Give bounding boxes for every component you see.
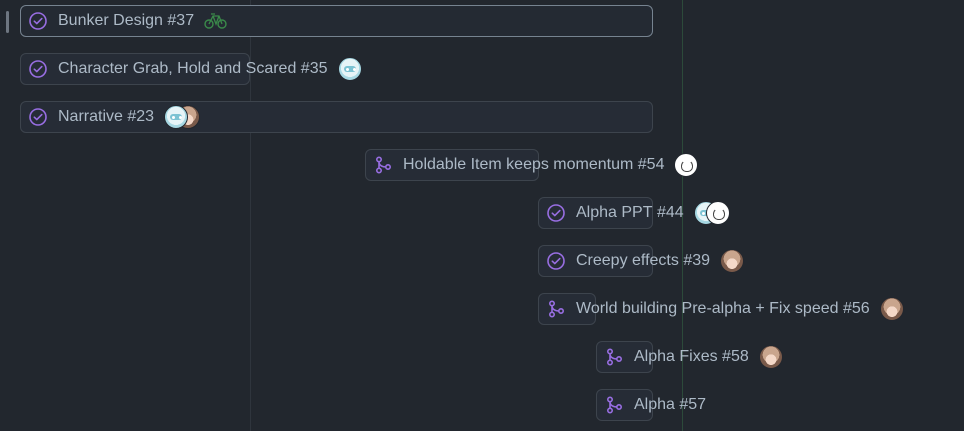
item-number: #39: [683, 252, 711, 269]
item-number: #23: [127, 108, 155, 125]
merged-pull-request-icon: [604, 395, 624, 415]
bot-avatar[interactable]: [337, 57, 362, 81]
item-number: #37: [167, 12, 195, 29]
assignee-avatars: [879, 297, 904, 321]
item-number: #54: [637, 156, 665, 173]
roadmap-item[interactable]: Character Grab, Hold and Scared #35: [20, 53, 362, 85]
item-number: #35: [300, 60, 328, 77]
roadmap-item[interactable]: World building Pre-alpha + Fix speed #56: [538, 293, 904, 325]
closed-issue-icon: [28, 11, 48, 31]
assignee-avatars: [337, 57, 362, 81]
item-number: #56: [842, 300, 870, 317]
roadmap-item[interactable]: Holdable Item keeps momentum #54: [365, 149, 699, 181]
roadmap-item[interactable]: Alpha Fixes #58: [596, 341, 783, 373]
item-title[interactable]: Creepy effects: [576, 251, 679, 271]
merged-pull-request-icon: [373, 155, 393, 175]
bike-icon[interactable]: [204, 9, 228, 33]
assignee-avatars: [164, 105, 201, 129]
girl-avatar[interactable]: [720, 249, 745, 273]
merged-pull-request-icon: [546, 299, 566, 319]
cat-avatar[interactable]: [674, 153, 699, 177]
row-drag-handle[interactable]: [6, 11, 9, 33]
assignee-avatars: [720, 249, 745, 273]
item-title[interactable]: Alpha PPT: [576, 203, 652, 223]
roadmap-item[interactable]: Alpha #57: [596, 389, 706, 421]
closed-issue-icon: [546, 203, 566, 223]
roadmap-item[interactable]: Creepy effects #39: [538, 245, 745, 277]
bot-avatar[interactable]: [164, 105, 189, 129]
closed-issue-icon: [546, 251, 566, 271]
roadmap-item[interactable]: Bunker Design #37: [20, 5, 228, 37]
assignee-avatars: [674, 153, 699, 177]
assignee-avatars: [204, 9, 228, 33]
item-title[interactable]: Narrative: [58, 107, 123, 127]
merged-pull-request-icon: [604, 347, 624, 367]
item-title[interactable]: Alpha Fixes: [634, 347, 718, 367]
item-number: #44: [656, 204, 684, 221]
item-number: #58: [722, 348, 749, 365]
roadmap-canvas: Bunker Design #37 Character Grab, Hold a…: [0, 0, 964, 431]
closed-issue-icon: [28, 59, 48, 79]
item-title[interactable]: World building Pre-alpha + Fix speed: [576, 299, 839, 319]
item-title[interactable]: Character Grab, Hold and Scared: [58, 59, 296, 79]
item-title[interactable]: Holdable Item keeps momentum: [403, 155, 633, 175]
assignee-avatars: [693, 201, 730, 225]
item-title[interactable]: Bunker Design: [58, 11, 163, 31]
closed-issue-icon: [28, 107, 48, 127]
roadmap-item[interactable]: Narrative #23: [20, 101, 201, 133]
roadmap-item[interactable]: Alpha PPT #44: [538, 197, 730, 229]
item-title[interactable]: Alpha: [634, 395, 675, 415]
girl-avatar[interactable]: [758, 345, 783, 369]
assignee-avatars: [758, 345, 783, 369]
item-number: #57: [679, 396, 707, 413]
cat-avatar[interactable]: [705, 201, 730, 225]
girl-avatar[interactable]: [879, 297, 904, 321]
